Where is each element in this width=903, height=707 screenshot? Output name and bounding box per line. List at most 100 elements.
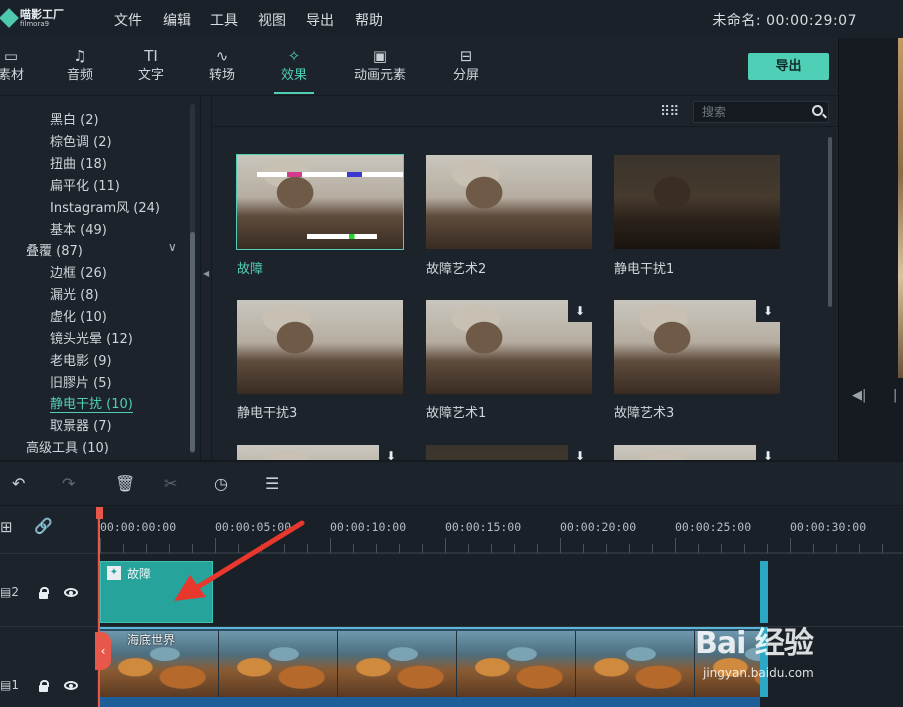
category-item[interactable]: 黑白 (2): [50, 109, 99, 128]
effect-label: 故障艺术1: [426, 406, 487, 421]
effect-label: 故障艺术2: [426, 262, 487, 277]
tab-transitions[interactable]: ∿ 转场: [201, 38, 243, 96]
category-item[interactable]: 虚化 (10): [50, 306, 107, 325]
ruler-tick: [859, 544, 860, 553]
search-box[interactable]: [693, 101, 829, 123]
menu-view[interactable]: 视图: [258, 10, 286, 30]
tick-label: 00:00:30:00: [790, 520, 867, 534]
panel-collapse-handle[interactable]: ◀: [200, 97, 212, 460]
menu-export[interactable]: 导出: [306, 10, 334, 30]
thumbnail-image: [237, 300, 403, 394]
menu-file[interactable]: 文件: [114, 10, 142, 30]
lock-icon[interactable]: [39, 587, 49, 599]
eye-icon[interactable]: [64, 588, 78, 597]
playhead[interactable]: [98, 507, 100, 707]
menu-tools[interactable]: 工具: [210, 10, 238, 30]
redo-icon[interactable]: ↷: [62, 474, 75, 493]
lock-icon[interactable]: [39, 680, 49, 692]
category-item[interactable]: 漏光 (8): [50, 284, 99, 303]
ruler-tick: [330, 538, 331, 553]
tab-effects[interactable]: ✧ 效果: [274, 38, 314, 96]
download-icon[interactable]: ⬇: [756, 445, 780, 460]
undo-icon[interactable]: ↶: [12, 474, 25, 493]
ruler-tick: [882, 544, 883, 553]
ruler-tick: [721, 544, 722, 553]
category-item[interactable]: 旧膠片 (5): [50, 372, 112, 391]
track-1-header: ▤1: [0, 678, 19, 692]
adjust-icon[interactable]: ☰: [265, 474, 279, 493]
delete-icon[interactable]: 🗑: [115, 474, 135, 493]
effect-thumbnail[interactable]: [614, 155, 780, 249]
effect-thumbnail[interactable]: ⬇: [426, 300, 592, 394]
thumbnail-image: [614, 155, 780, 249]
effect-thumbnail[interactable]: ⬇: [426, 445, 592, 460]
category-group-overlay[interactable]: 叠覆 (87): [26, 240, 83, 259]
category-group-advanced[interactable]: 高级工具 (10): [26, 437, 109, 456]
grid-scrollbar[interactable]: [828, 137, 832, 307]
menu-edit[interactable]: 编辑: [163, 10, 191, 30]
playhead-handle[interactable]: [96, 507, 103, 519]
ruler-tick: [698, 544, 699, 553]
tab-elements[interactable]: ▣ 动画元素: [348, 38, 412, 96]
folder-icon: ▭: [3, 47, 19, 65]
category-item[interactable]: 基本 (49): [50, 219, 107, 238]
tab-media[interactable]: ▭ 素材: [0, 38, 28, 96]
ruler-tick: [767, 544, 768, 553]
category-item[interactable]: Instagram风 (24): [50, 197, 160, 216]
download-icon[interactable]: ⬇: [568, 300, 592, 322]
play-icon[interactable]: |: [893, 388, 897, 403]
filmora-editor-window: 喵影工厂 filmora9 文件 编辑 工具 视图 导出 帮助 未命名: 00:…: [0, 0, 903, 707]
download-icon[interactable]: ⬇: [379, 445, 403, 460]
effect-thumbnail[interactable]: ⬇: [237, 445, 403, 460]
download-icon[interactable]: ⬇: [568, 445, 592, 460]
logo-subtitle: filmora9: [20, 20, 50, 28]
effect-thumbnail-selected[interactable]: [236, 154, 404, 250]
download-icon[interactable]: ⬇: [756, 300, 780, 322]
tab-text[interactable]: TI 文字: [130, 38, 172, 96]
effect-label: 静电干扰3: [237, 406, 298, 421]
category-scrollbar[interactable]: [190, 104, 195, 454]
search-input[interactable]: [702, 104, 802, 120]
scrollbar-thumb[interactable]: [190, 232, 195, 452]
app-logo: 喵影工厂 filmora9: [0, 5, 80, 33]
tab-audio[interactable]: ♫ 音频: [60, 38, 100, 96]
tick-label: 00:00:25:00: [675, 520, 752, 534]
logo-diamond-icon: [0, 8, 19, 28]
transition-icon: ∿: [215, 47, 229, 65]
category-item[interactable]: 扭曲 (18): [50, 153, 107, 172]
ruler-tick: [353, 544, 354, 553]
add-track-icon[interactable]: ⊞: [0, 518, 13, 536]
chevron-left-icon: ◀: [203, 269, 210, 278]
effect-thumbnail[interactable]: ⬇: [614, 445, 780, 460]
category-item[interactable]: 取景器 (7): [50, 415, 112, 434]
effect-thumbnail[interactable]: [426, 155, 592, 249]
tab-split-screen[interactable]: ⊟ 分屏: [448, 38, 484, 96]
ruler-tick: [514, 544, 515, 553]
category-item[interactable]: 棕色调 (2): [50, 131, 112, 150]
search-icon[interactable]: [812, 105, 823, 116]
category-item[interactable]: 老电影 (9): [50, 350, 112, 369]
ruler-tick: [491, 544, 492, 553]
category-item[interactable]: 镜头光晕 (12): [50, 328, 133, 347]
effect-thumbnail[interactable]: ⬇: [614, 300, 780, 394]
cut-icon[interactable]: ✂: [164, 474, 177, 493]
ruler-tick: [399, 544, 400, 553]
eye-icon[interactable]: [64, 681, 78, 690]
effect-thumbnail[interactable]: [237, 300, 403, 394]
ruler-tick: [560, 538, 561, 553]
category-item[interactable]: 扁平化 (11): [50, 175, 120, 194]
video-clip[interactable]: 海底世界: [100, 627, 760, 697]
link-icon[interactable]: 🔗: [34, 517, 53, 535]
export-button[interactable]: 导出: [748, 53, 829, 80]
previous-frame-icon[interactable]: ◀|: [852, 388, 866, 403]
category-item-active[interactable]: 静电干扰 (10): [50, 393, 133, 413]
category-item[interactable]: 边框 (26): [50, 262, 107, 281]
audio-waveform-bar: [100, 697, 760, 707]
ruler-tick: [123, 544, 124, 553]
media-toolbar: ▭ 素材 ♫ 音频 TI 文字 ∿ 转场 ✧ 效果 ▣ 动画元素 ⊟ 分屏: [0, 38, 838, 96]
menu-help[interactable]: 帮助: [355, 10, 383, 30]
clock-icon[interactable]: ◷: [214, 474, 228, 493]
grid-view-icon[interactable]: ⠿⠿: [660, 104, 679, 120]
chevron-down-icon[interactable]: ∨: [168, 240, 177, 254]
music-note-icon: ♫: [73, 47, 87, 65]
